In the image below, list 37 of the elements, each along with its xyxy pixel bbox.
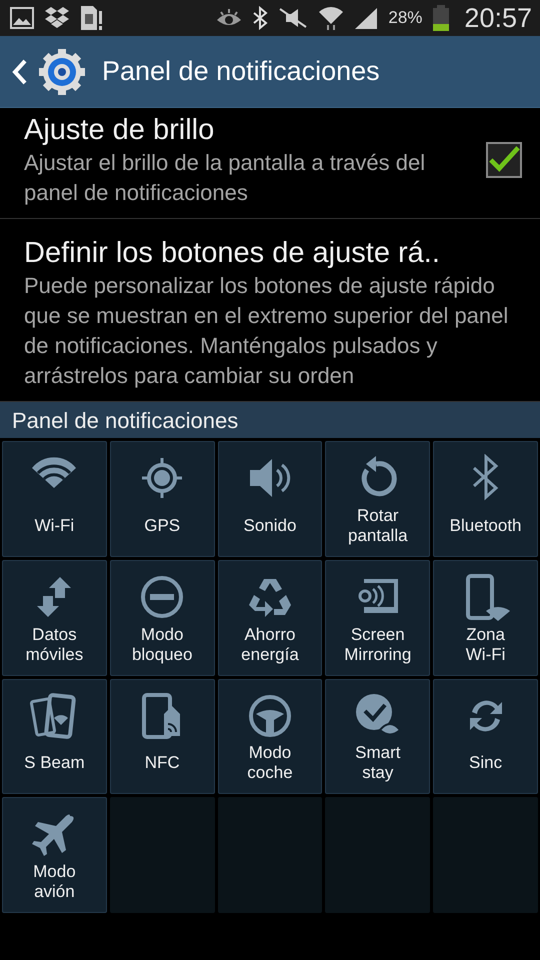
- settings-icon: [38, 48, 86, 96]
- quick-setting-tile[interactable]: Sonido: [218, 441, 322, 557]
- section-title: Panel de notificaciones: [12, 408, 240, 434]
- setting-description: Ajustar el brillo de la pantalla a través del panel de notificaciones: [24, 149, 426, 207]
- battery-icon: [432, 5, 450, 31]
- sbeam-icon: [30, 692, 78, 740]
- quick-setting-tile[interactable]: Modo coche: [218, 678, 322, 794]
- quick-setting-tile[interactable]: Smart stay: [325, 678, 430, 794]
- quick-setting-tile[interactable]: Sinc: [433, 678, 538, 794]
- checkbox[interactable]: [486, 142, 522, 178]
- quick-setting-tile[interactable]: NFC: [110, 678, 215, 794]
- dropbox-icon: [44, 6, 70, 30]
- quick-setting-tile[interactable]: Bluetooth: [433, 441, 538, 557]
- quick-setting-tile[interactable]: Wi-Fi: [2, 441, 107, 557]
- setting-title: Ajuste de brillo: [24, 113, 216, 148]
- gallery-icon: [10, 7, 34, 29]
- quick-setting-tile[interactable]: Zona Wi-Fi: [433, 560, 538, 676]
- quick-setting-tile[interactable]: Ahorro energía: [218, 560, 322, 676]
- quick-setting-tile[interactable]: Datos móviles: [2, 560, 107, 676]
- screen-title: Panel de notificaciones: [102, 56, 380, 87]
- bluetooth-icon: [252, 6, 268, 30]
- mute-icon: [278, 7, 308, 29]
- clock: 20:57: [464, 2, 532, 34]
- quick-setting-tile[interactable]: S Beam: [2, 678, 107, 794]
- quick-setting-tile[interactable]: Modo bloqueo: [110, 560, 215, 676]
- quick-setting-tile[interactable]: Modo avión: [2, 797, 107, 913]
- signal-icon: [354, 7, 378, 29]
- battery-percent: 28%: [388, 8, 422, 28]
- eye-icon: [216, 8, 242, 28]
- setting-description: Puede personalizar los botones de ajuste rápido que se muestran en el extremo superior del panel de notificaciones. Manténgalos pulsados y arrástrelos para cambiar su orden: [24, 272, 510, 390]
- back-icon[interactable]: [12, 58, 28, 84]
- quick-setting-tile[interactable]: GPS: [110, 441, 215, 557]
- sim-card-icon: [80, 5, 102, 31]
- quick-setting-tile[interactable]: Rotar pantalla: [325, 441, 430, 557]
- quick-setting-tile[interactable]: Screen Mirroring: [325, 560, 430, 676]
- setting-title: Definir los botones de ajuste rá..: [24, 236, 441, 271]
- wifi-icon: [318, 5, 344, 31]
